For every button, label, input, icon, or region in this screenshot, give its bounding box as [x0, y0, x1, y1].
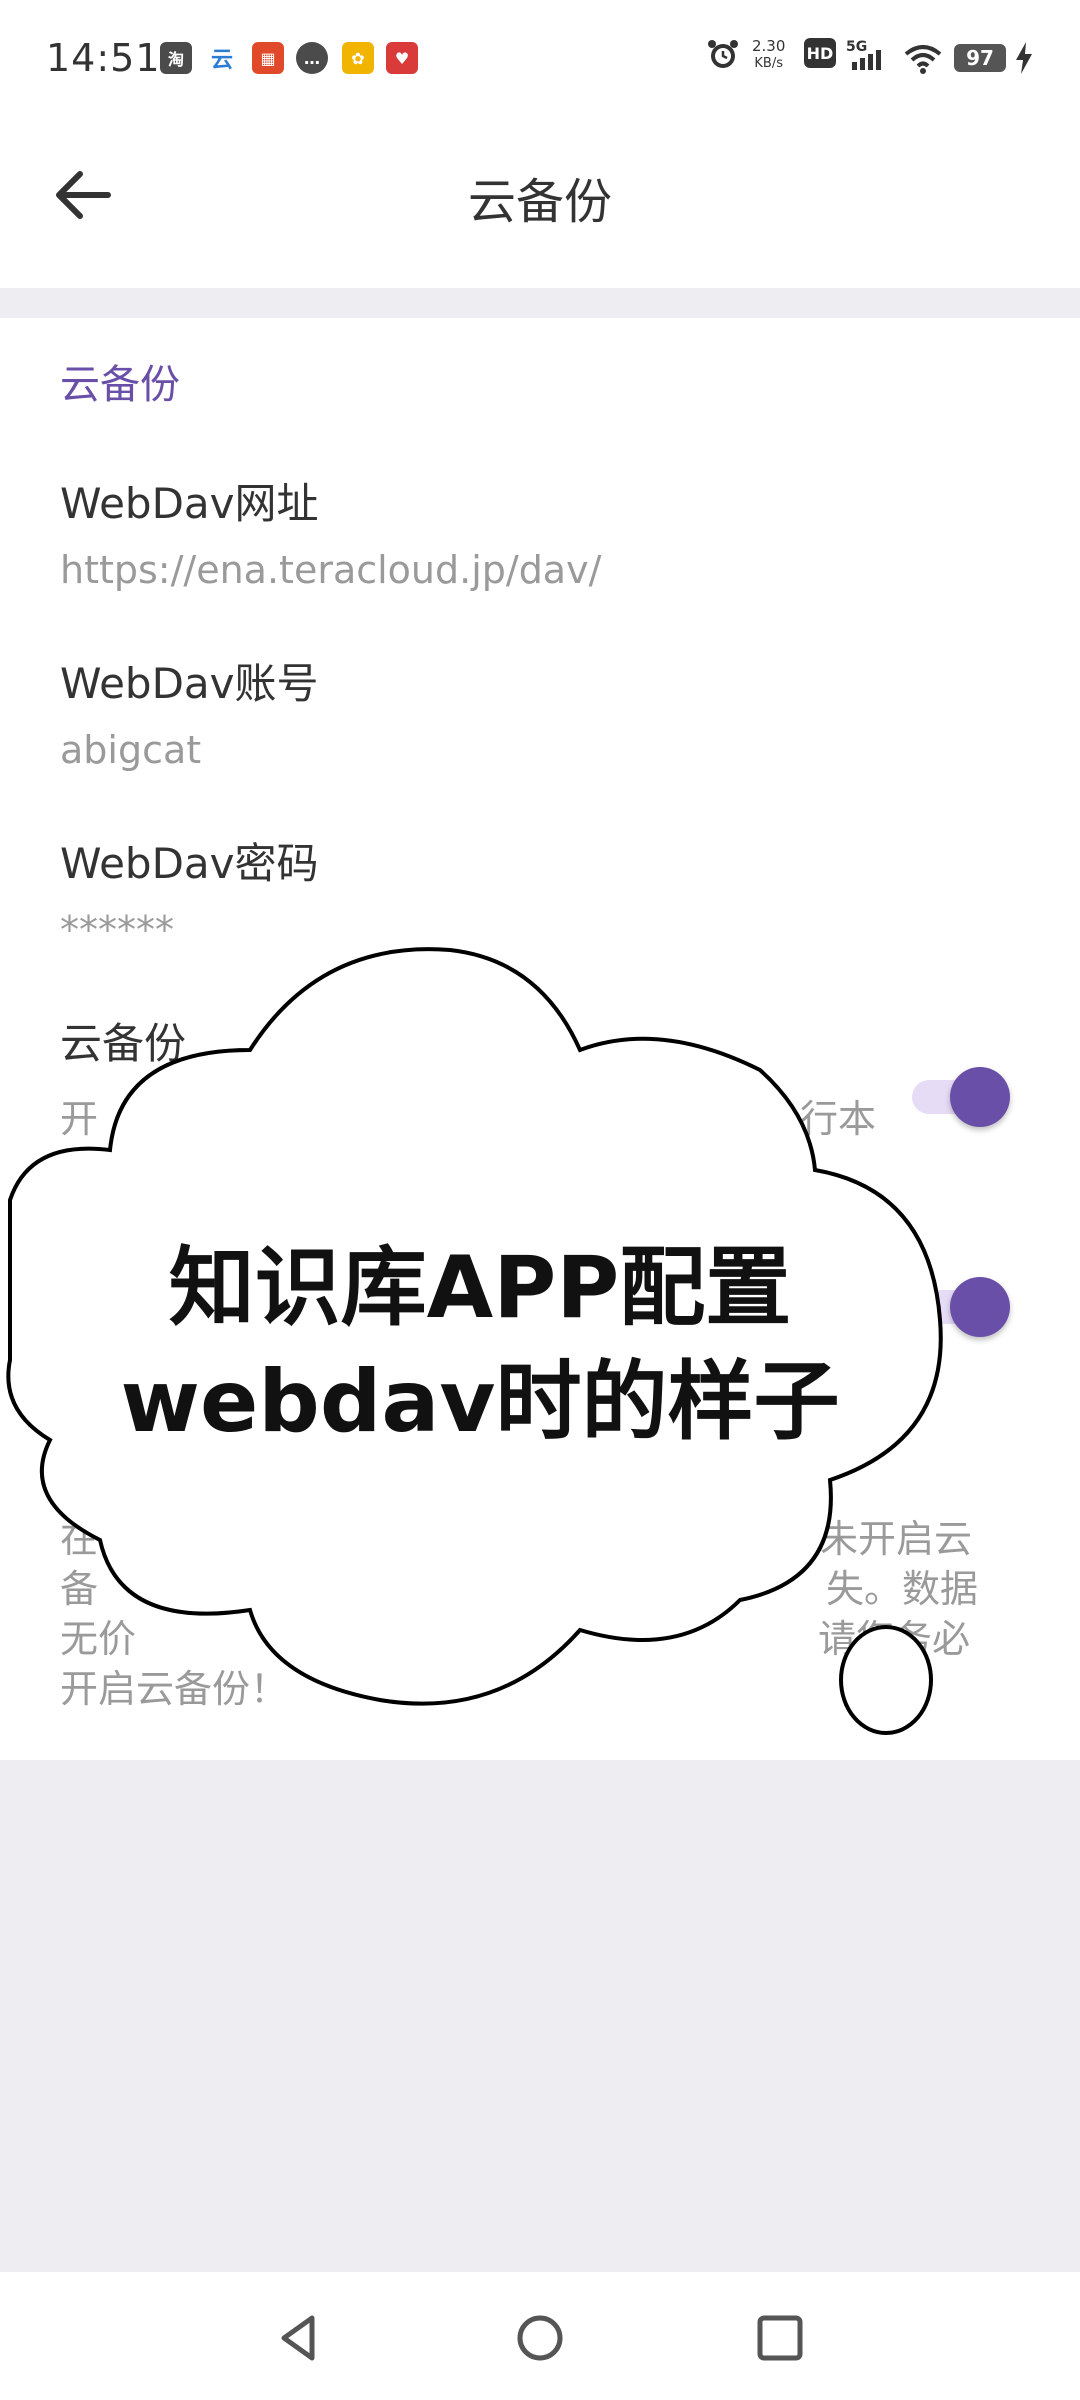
battery-indicator: 97	[954, 44, 1006, 72]
webdav-password-title: WebDav密码	[60, 839, 319, 888]
wifi-icon	[904, 45, 942, 74]
status-time: 14:51	[46, 36, 161, 80]
section-title: 云备份	[60, 362, 180, 408]
nav-back-icon[interactable]	[272, 2310, 328, 2366]
heart-app-icon: ♥	[386, 42, 418, 74]
network-speed: 2.30 KB/s	[752, 38, 785, 72]
app-bar: 云备份	[0, 120, 1080, 288]
nav-recents-icon[interactable]	[752, 2310, 808, 2366]
page-title: 云备份	[467, 174, 612, 230]
webdav-account-title: WebDav账号	[60, 659, 319, 708]
plant-icon: ✿	[342, 42, 374, 74]
overlay-caption-line1: 知识库APP配置	[168, 1238, 792, 1338]
webdav-url-value: https://ena.teracloud.jp/dav/	[60, 548, 602, 592]
svg-text:5G: 5G	[846, 39, 867, 55]
cellular-signal-icon: 5G	[846, 39, 881, 70]
nav-home-icon[interactable]	[512, 2310, 568, 2366]
chat-icon: …	[296, 42, 328, 74]
hd-icon: HD	[804, 38, 836, 68]
system-navigation-bar	[0, 2272, 1080, 2400]
status-bar: 14:51 淘 云 ▦ … ✿ ♥ 2.30 KB/s HD 5G 97	[0, 0, 1080, 120]
webdav-account-value: abigcat	[60, 728, 202, 772]
network-speed-unit: KB/s	[754, 56, 783, 71]
alarm-icon	[708, 40, 738, 68]
overlay-caption-line2: webdav时的样子	[120, 1352, 840, 1452]
taobao-icon: 淘	[160, 42, 192, 74]
calendar-icon: ▦	[252, 42, 284, 74]
network-speed-value: 2.30	[752, 37, 786, 55]
cloud-app-icon: 云	[210, 48, 233, 73]
webdav-url-title: WebDav网址	[60, 479, 319, 528]
charging-icon	[1016, 42, 1032, 74]
